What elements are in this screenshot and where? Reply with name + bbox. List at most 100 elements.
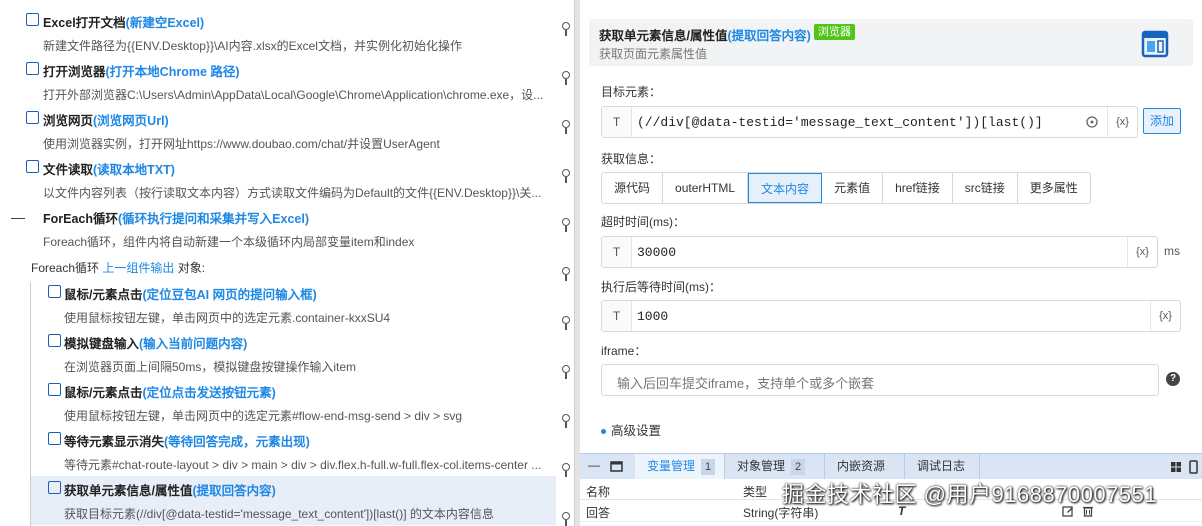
web-page-icon <box>26 111 39 124</box>
browser-tag: 浏览器 <box>814 24 855 40</box>
step-alias: (定位豆包AI 网页的提问输入框) <box>142 288 317 302</box>
col-name-header: 名称 <box>586 485 611 499</box>
info-tab[interactable]: outerHTML <box>663 173 749 203</box>
bottom-tab[interactable]: 内嵌资源 <box>825 454 905 479</box>
flow-step[interactable]: 打开浏览器(打开本地Chrome 路径) 打开外部浏览器C:\Users\Admi… <box>0 57 556 106</box>
connector-icon[interactable] <box>561 365 571 379</box>
text-type-toggle[interactable]: T <box>602 107 632 137</box>
step-title: 浏览网页(浏览网页Url) <box>43 110 169 129</box>
variable-fx-button[interactable]: {x} <box>1127 237 1157 267</box>
minimize-icon[interactable]: — <box>588 458 600 472</box>
iframe-input[interactable]: 输入后回车提交iframe，支持单个或多个嵌套 <box>601 364 1159 396</box>
connector-icon[interactable] <box>561 463 571 477</box>
connector-icon[interactable] <box>561 218 571 232</box>
target-label: 目标元素： <box>601 85 662 99</box>
flow-step[interactable]: 模拟键盘输入(输入当前问题内容) 在浏览器页面上间隔50ms，模拟键盘按键操作输入… <box>31 329 556 378</box>
variable-fx-button[interactable]: {x} <box>1150 301 1180 331</box>
compass-icon <box>26 62 39 75</box>
step-description: Foreach循环，组件内将自动新建一个本级循环内局部变量item和index <box>43 235 415 249</box>
flow-step[interactable]: 鼠标/元素点击(定位点击发送按钮元素) 使用鼠标按钮左键，单击网页中的选定元素#f… <box>31 378 556 427</box>
bottom-tab-label: 调试日志 <box>917 459 966 473</box>
bottom-tab[interactable]: 变量管理 1 <box>635 454 725 479</box>
flow-step[interactable]: Excel打开文档(新建空Excel) 新建文件路径为{{ENV.Desktop}… <box>0 8 556 57</box>
info-tab[interactable]: 源代码 <box>602 173 664 203</box>
flow-step[interactable]: 等待元素显示消失(等待回答完成，元素出现) 等待元素#chat-route-lay… <box>31 427 556 476</box>
flow-step[interactable]: 浏览网页(浏览网页Url) 使用浏览器实例，打开网址https://www.dou… <box>0 106 556 155</box>
step-alias: (新建空Excel) <box>125 16 205 30</box>
step-title: ForEach循环(循环执行提问和采集并写入Excel) <box>43 208 309 227</box>
flow-step[interactable]: 文件读取(读取本地TXT) 以文件内容列表（按行读取文本内容）方式读取文件编码为D… <box>0 155 556 204</box>
target-xpath-value: (//div[@data-testid='message_text_conten… <box>637 115 1043 130</box>
step-name: Excel打开文档 <box>43 16 126 30</box>
foreach-object-label: Foreach循环 上一组件输出 对象: <box>31 259 205 276</box>
wait-input[interactable]: T 1000 {x} <box>601 300 1181 332</box>
device-icon[interactable] <box>1189 460 1198 474</box>
step-alias: (输入当前问题内容) <box>139 337 248 351</box>
step-name: 获取单元素信息/属性值 <box>64 484 193 498</box>
text-type-toggle[interactable]: T <box>602 237 632 267</box>
bottom-tab-label: 内嵌资源 <box>837 459 886 473</box>
component-header: 获取单元素信息/属性值(提取回答内容) 浏览器 获取页面元素属性值 <box>589 19 1193 66</box>
advanced-settings-toggle[interactable]: 高级设置 <box>601 420 661 439</box>
component-subtitle: 获取页面元素属性值 <box>599 47 708 61</box>
connector-icon[interactable] <box>561 71 571 85</box>
wait-value: 1000 <box>637 309 669 324</box>
step-description: 使用鼠标按钮左键，单击网页中的选定元素.container-kxxSU4 <box>64 311 391 325</box>
connector-icon[interactable] <box>561 169 571 183</box>
step-description: 在浏览器页面上间隔50ms，模拟键盘按键操作输入item <box>64 360 357 374</box>
connector-icon[interactable] <box>561 267 571 281</box>
step-title: 获取单元素信息/属性值(提取回答内容) <box>64 480 276 499</box>
add-button[interactable]: 添加 <box>1143 108 1181 134</box>
step-name: 打开浏览器 <box>43 65 106 79</box>
flow-step[interactable]: 获取单元素信息/属性值(提取回答内容) 获取目标元素(//div[@data-te… <box>31 476 556 525</box>
variable-fx-button[interactable]: {x} <box>1107 107 1137 137</box>
connector-icon[interactable] <box>561 22 571 36</box>
target-input[interactable]: T (//div[@data-testid='message_text_cont… <box>601 106 1138 138</box>
wait-icon <box>48 432 61 445</box>
step-description: 打开外部浏览器C:\Users\Admin\AppData\Local\Goog… <box>43 88 544 102</box>
connector-icon[interactable] <box>561 120 571 134</box>
bottom-tab[interactable]: 对象管理 2 <box>725 454 825 479</box>
connector-icon[interactable] <box>561 316 571 330</box>
connector-icon[interactable] <box>561 512 571 526</box>
crosshair-icon[interactable] <box>1085 115 1099 129</box>
bottom-tab[interactable]: 调试日志 <box>905 454 980 479</box>
timeout-unit: ms <box>1164 244 1180 258</box>
foreach-source-link[interactable]: 上一组件输出 <box>102 261 174 275</box>
component-title: 获取单元素信息/属性值(提取回答内容) <box>599 25 811 44</box>
info-tab[interactable]: 文本内容 <box>748 173 823 203</box>
step-name: 模拟键盘输入 <box>64 337 140 351</box>
windows-icon[interactable] <box>1170 461 1182 473</box>
connector-icon[interactable] <box>561 414 571 428</box>
element-info-icon <box>1141 30 1169 58</box>
iframe-label: iframe： <box>601 344 647 358</box>
restore-icon[interactable] <box>610 461 623 472</box>
info-tab[interactable]: href链接 <box>883 173 953 203</box>
step-alias: (浏览网页Url) <box>93 114 169 128</box>
step-title: Excel打开文档(新建空Excel) <box>43 12 204 31</box>
step-name: 鼠标/元素点击 <box>64 288 143 302</box>
step-alias: (读取本地TXT) <box>93 163 175 177</box>
text-type-toggle[interactable]: T <box>602 301 632 331</box>
bullet-icon <box>601 429 606 435</box>
step-name: 浏览网页 <box>43 114 94 128</box>
flow-step[interactable]: 鼠标/元素点击(定位豆包AI 网页的提问输入框) 使用鼠标按钮左键，单击网页中的选… <box>31 280 556 329</box>
step-name: 等待元素显示消失 <box>64 435 165 449</box>
info-label: 获取信息： <box>601 152 662 166</box>
timeout-input[interactable]: T 30000 {x} <box>601 236 1158 268</box>
keyboard-icon <box>48 334 61 347</box>
bottom-tab-count: 1 <box>701 459 716 475</box>
info-tab[interactable]: src链接 <box>953 173 1018 203</box>
info-tab[interactable]: 元素值 <box>822 173 884 203</box>
component-name: 获取单元素信息/属性值 <box>599 29 728 43</box>
step-description: 以文件内容列表（按行读取文本内容）方式读取文件编码为Default的文件{{EN… <box>43 186 542 200</box>
step-description: 获取目标元素(//div[@data-testid='message_text_… <box>64 507 494 521</box>
file-icon <box>26 160 39 173</box>
col-type-header: 类型 <box>743 485 768 499</box>
flow-step[interactable]: ForEach循环(循环执行提问和采集并写入Excel) Foreach循环，组件… <box>0 204 556 253</box>
element-info-icon <box>48 481 61 494</box>
help-icon[interactable]: ? <box>1166 372 1180 386</box>
properties-panel: 获取单元素信息/属性值(提取回答内容) 浏览器 获取页面元素属性值 目标元素： … <box>580 0 1202 526</box>
step-title: 鼠标/元素点击(定位豆包AI 网页的提问输入框) <box>64 284 317 303</box>
info-tab[interactable]: 更多属性 <box>1018 173 1090 203</box>
